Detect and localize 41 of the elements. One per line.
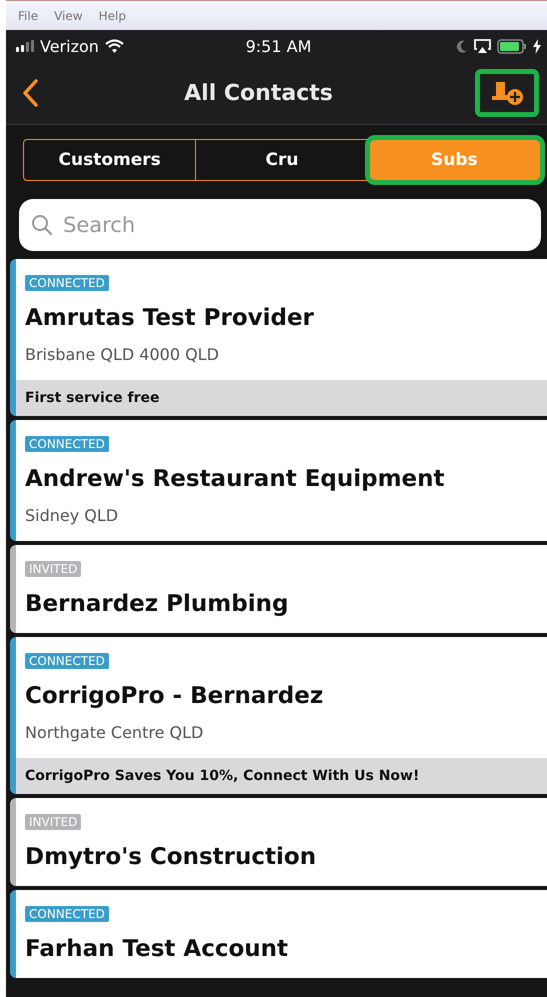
clock-time: 9:51 AM [246, 36, 312, 56]
contact-name: Farhan Test Account [25, 936, 288, 962]
menu-item[interactable]: View [54, 9, 83, 30]
segment-tab[interactable]: Cru [196, 139, 369, 181]
status-badge: CONNECTED [25, 436, 109, 452]
contact-card[interactable]: INVITED Dmytro's Construction [10, 798, 547, 886]
contact-name: Dmytro's Construction [25, 844, 316, 870]
signal-icon [16, 40, 34, 52]
add-contact-button[interactable] [475, 69, 539, 117]
promo-banner: First service free [16, 380, 547, 416]
airplay-icon [474, 38, 491, 54]
contact-card[interactable]: CONNECTED Andrew's Restaurant Equipment Sidney QLD [10, 420, 547, 541]
contact-name: Andrew's Restaurant Equipment [25, 466, 445, 492]
status-badge: CONNECTED [25, 906, 109, 922]
menu-item[interactable]: Help [98, 9, 126, 30]
status-badge: INVITED [25, 561, 82, 577]
charging-icon [532, 38, 541, 54]
carrier-name: Verizon [40, 36, 99, 56]
contact-card[interactable]: CONNECTED CorrigoPro - Bernardez Northgate Centre QLD CorrigoPro Saves You 10%, Connect With Us Now! [10, 637, 547, 794]
add-person-icon [490, 80, 524, 106]
contact-name: CorrigoPro - Bernardez [25, 683, 324, 709]
contact-address: Northgate Centre QLD [25, 723, 204, 742]
contact-name: Bernardez Plumbing [25, 591, 288, 617]
contact-address: Sidney QLD [25, 506, 118, 525]
moon-icon [456, 40, 468, 52]
contact-card[interactable]: CONNECTED Farhan Test Account [10, 890, 547, 978]
wifi-icon [104, 39, 124, 53]
contact-card[interactable]: INVITED Bernardez Plumbing [10, 545, 547, 633]
search-icon [31, 214, 53, 236]
status-badge: CONNECTED [25, 275, 109, 291]
contact-name: Amrutas Test Provider [25, 305, 314, 331]
promo-banner: CorrigoPro Saves You 10%, Connect With Us Now! [16, 758, 547, 794]
contact-card[interactable]: CONNECTED Amrutas Test Provider Brisbane QLD 4000 QLD First service free [10, 259, 547, 416]
status-badge: CONNECTED [25, 653, 109, 669]
contact-address: Brisbane QLD 4000 QLD [25, 345, 219, 364]
segment-tab[interactable]: Customers [23, 139, 196, 181]
status-badge: INVITED [25, 814, 82, 830]
screen-title: All Contacts [184, 80, 333, 106]
menu-item[interactable]: File [18, 9, 38, 30]
battery-icon [496, 38, 527, 54]
back-chevron-icon [22, 79, 38, 107]
